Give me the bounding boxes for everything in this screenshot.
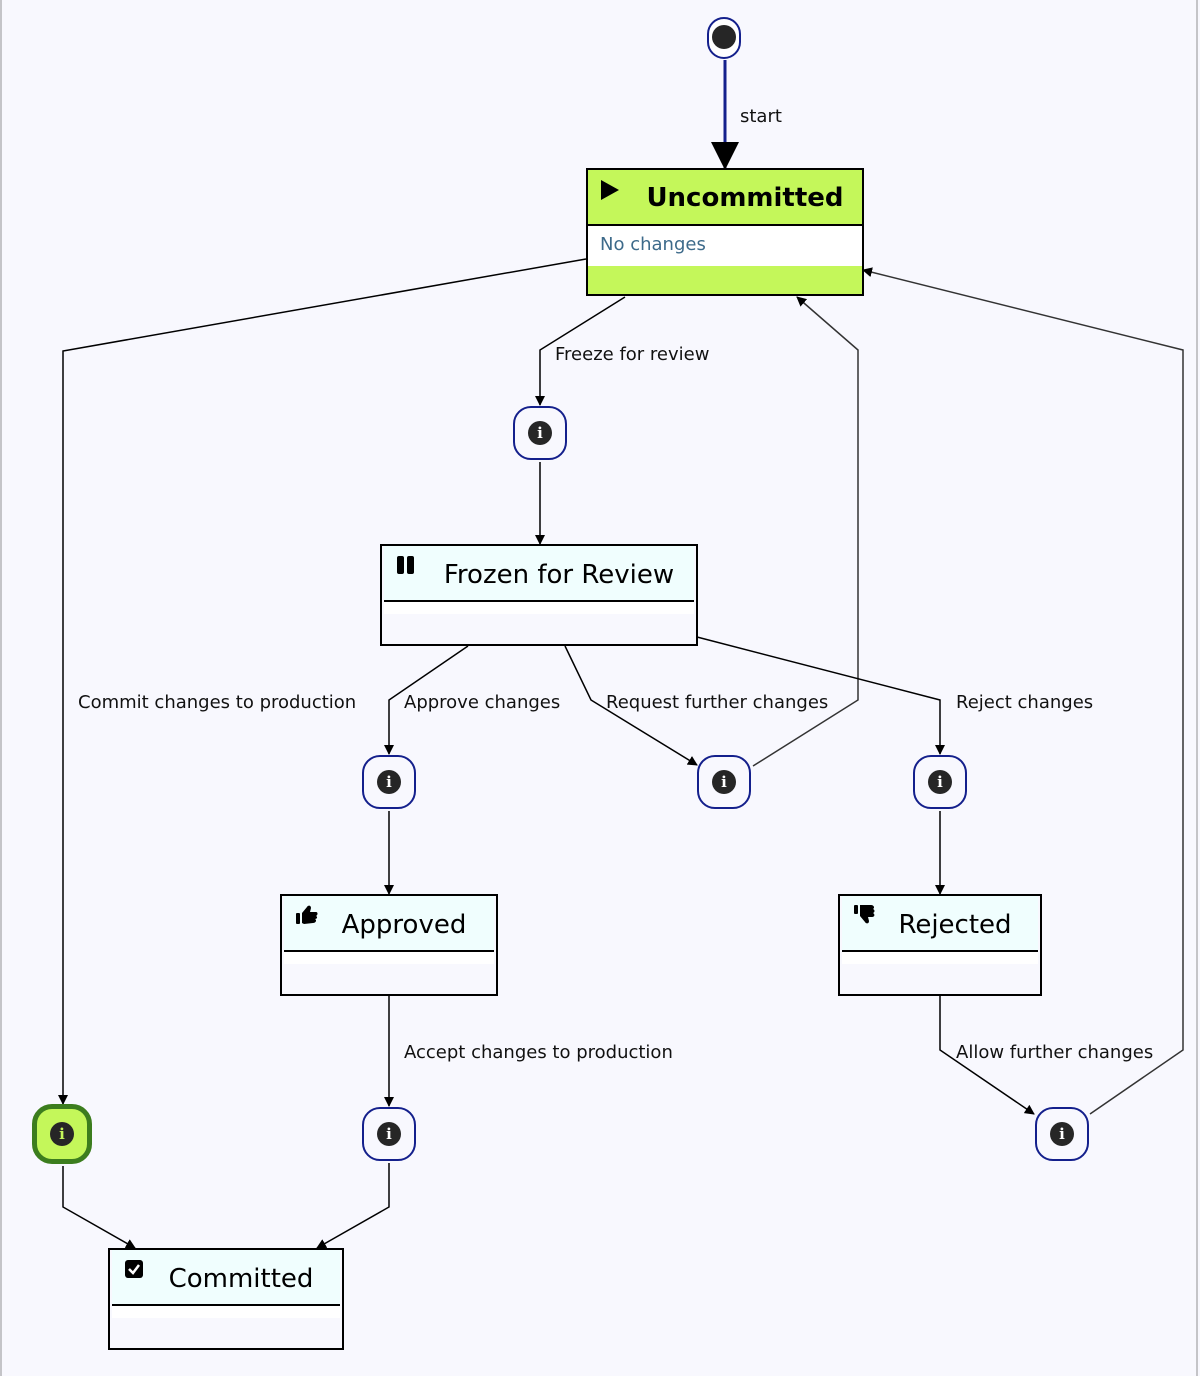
state-approved-header: Approved	[284, 896, 494, 952]
state-approved-body	[284, 952, 494, 964]
state-approved-title: Approved	[341, 910, 467, 940]
state-committed-title: Committed	[168, 1264, 314, 1294]
state-rejected-title: Rejected	[898, 910, 1012, 940]
state-frozen-title: Frozen for Review	[443, 560, 675, 590]
state-rejected-body	[842, 952, 1038, 964]
transition-label-start: start	[740, 106, 782, 127]
transition-label-commit: Commit changes to production	[78, 692, 357, 713]
state-uncommitted-description: No changes	[600, 234, 706, 255]
initial-state-node[interactable]	[707, 17, 741, 59]
choice-commit-active[interactable]: i	[32, 1104, 92, 1164]
info-icon: i	[928, 770, 952, 794]
state-approved[interactable]: Approved	[280, 894, 498, 996]
transition-label-accept: Accept changes to production	[404, 1042, 673, 1063]
transition-label-approve: Approve changes	[404, 692, 561, 713]
choice-reject[interactable]: i	[913, 755, 967, 809]
state-rejected[interactable]: Rejected	[838, 894, 1042, 996]
choice-accept[interactable]: i	[362, 1107, 416, 1161]
state-committed-header: Committed	[112, 1250, 340, 1306]
choice-allow[interactable]: i	[1035, 1107, 1089, 1161]
info-icon: i	[50, 1122, 74, 1146]
info-icon: i	[1050, 1122, 1074, 1146]
transition-label-reject: Reject changes	[956, 692, 1094, 713]
edge-commit-b	[62, 1166, 136, 1249]
choice-approve[interactable]: i	[362, 755, 416, 809]
choice-request[interactable]: i	[697, 755, 751, 809]
state-uncommitted-body: No changes	[588, 226, 862, 266]
state-committed[interactable]: Committed	[108, 1248, 344, 1350]
checkbox-checked-icon	[125, 1260, 143, 1278]
state-frozen-header: Frozen for Review	[384, 546, 694, 602]
transition-label-request: Request further changes	[606, 692, 829, 713]
state-committed-body	[112, 1306, 340, 1318]
edge-accept-b	[316, 1163, 390, 1249]
pause-icon	[397, 556, 414, 574]
state-uncommitted-title: Uncommitted	[646, 183, 844, 213]
state-uncommitted[interactable]: Uncommitted No changes	[586, 168, 864, 296]
transition-label-freeze: Freeze for review	[555, 344, 710, 365]
transition-label-allow: Allow further changes	[956, 1042, 1154, 1063]
play-icon	[601, 180, 619, 200]
state-frozen-body	[384, 602, 694, 614]
info-icon: i	[528, 421, 552, 445]
info-icon: i	[377, 770, 401, 794]
info-icon: i	[377, 1122, 401, 1146]
choice-freeze[interactable]: i	[513, 406, 567, 460]
state-rejected-header: Rejected	[842, 896, 1038, 952]
info-icon: i	[712, 770, 736, 794]
state-frozen-for-review[interactable]: Frozen for Review	[380, 544, 698, 646]
state-uncommitted-header: Uncommitted	[588, 170, 862, 226]
initial-dot-icon	[712, 25, 736, 49]
